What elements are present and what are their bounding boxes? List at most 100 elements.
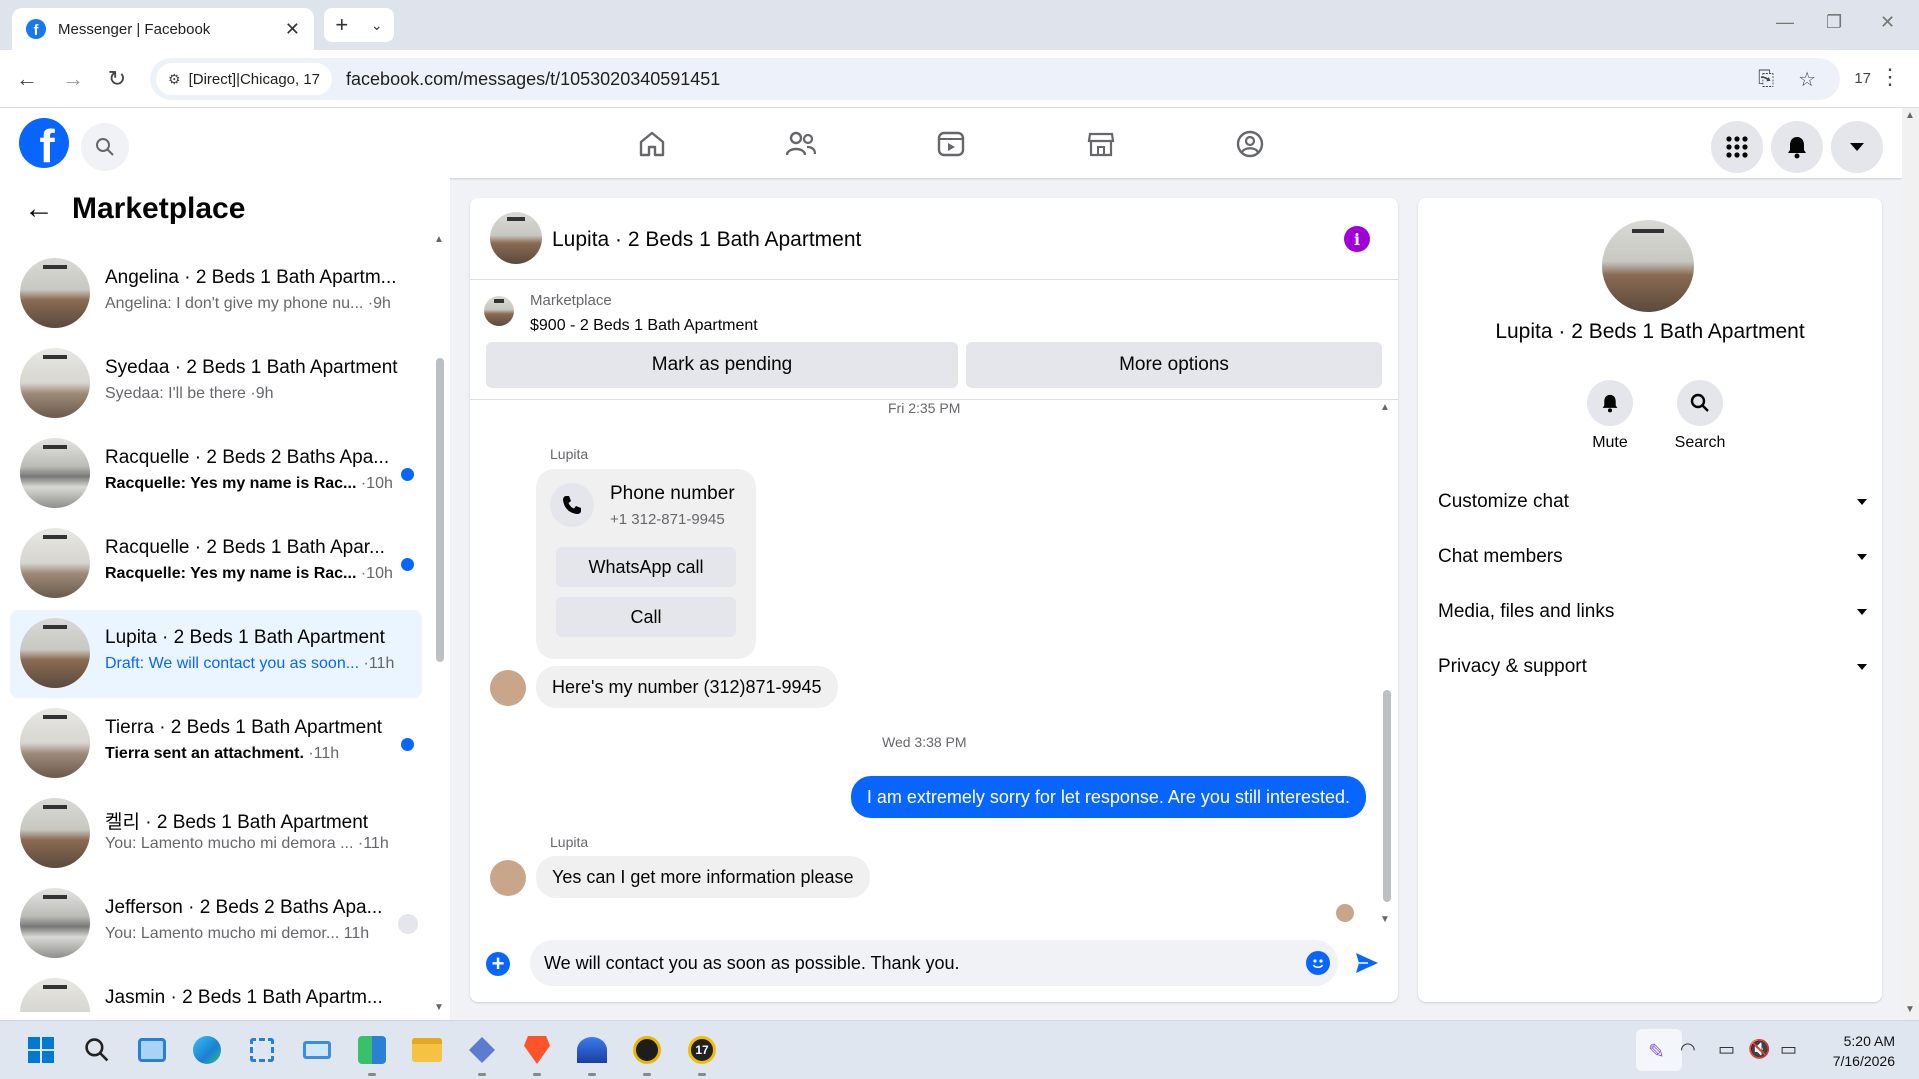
vpn-app-icon[interactable] bbox=[575, 1033, 609, 1067]
remote-desktop-icon[interactable] bbox=[300, 1033, 334, 1067]
back-arrow-icon[interactable]: ← bbox=[24, 192, 54, 226]
snipping-tool-icon[interactable] bbox=[245, 1033, 279, 1067]
conversation-item[interactable]: 켈리 · 2 Beds 1 Bath Apartment You: Lament… bbox=[10, 790, 422, 878]
sender-avatar[interactable] bbox=[490, 670, 526, 706]
restore-icon[interactable]: ❐ bbox=[1826, 12, 1842, 33]
call-button[interactable]: Call bbox=[556, 597, 736, 637]
menu-grid-button[interactable] bbox=[1711, 121, 1763, 173]
facebook-favicon-icon: f bbox=[26, 19, 46, 39]
forward-icon[interactable]: → bbox=[60, 66, 86, 92]
sidebar-scroll-thumb[interactable] bbox=[436, 358, 444, 662]
whatsapp-call-button[interactable]: WhatsApp call bbox=[556, 547, 736, 587]
sender-avatar[interactable] bbox=[490, 860, 526, 896]
extension-badge[interactable]: 17 bbox=[1854, 70, 1871, 87]
chat-title[interactable]: Lupita · 2 Beds 1 Bath Apartment bbox=[552, 228, 861, 252]
video-nav-button[interactable] bbox=[921, 122, 981, 166]
running-indicator bbox=[588, 1073, 596, 1076]
conversation-item[interactable]: Syedaa · 2 Beds 1 Bath Apartment Syedaa:… bbox=[10, 340, 422, 428]
network-tool-icon[interactable] bbox=[465, 1033, 499, 1067]
bookmark-star-icon[interactable]: ☆ bbox=[1798, 67, 1816, 92]
listing-thumbnail[interactable] bbox=[484, 296, 514, 326]
marketplace-icon bbox=[1087, 132, 1115, 157]
browser-tab-messenger[interactable]: f Messenger | Facebook ✕ bbox=[12, 8, 314, 50]
tray-vpn-icon[interactable]: ◠ bbox=[1680, 1039, 1696, 1060]
conversation-item[interactable]: Jasmin · 2 Beds 1 Bath Apartm... bbox=[10, 970, 422, 1012]
message-input[interactable] bbox=[530, 940, 1338, 986]
chat-scroll-thumb[interactable] bbox=[1383, 690, 1391, 902]
profile-avatar[interactable] bbox=[1602, 220, 1694, 312]
listing-price[interactable]: $900 - 2 Beds 1 Bath Apartment bbox=[530, 317, 758, 335]
volume-muted-icon[interactable]: 🔇 bbox=[1748, 1039, 1770, 1060]
reload-icon[interactable]: ↻ bbox=[104, 66, 130, 92]
home-nav-button[interactable] bbox=[622, 122, 682, 166]
sidebar-scrollbar[interactable]: ▲ ▼ bbox=[434, 234, 446, 1016]
conversation-item[interactable]: Racquelle · 2 Beds 2 Baths Apa... Racque… bbox=[10, 430, 422, 518]
site-info-label: [Direct]|Chicago, 17 bbox=[188, 70, 321, 88]
edge-browser-icon[interactable] bbox=[190, 1033, 224, 1067]
facebook-logo-icon[interactable]: f bbox=[19, 118, 69, 168]
account-button[interactable] bbox=[1831, 121, 1883, 173]
minimize-icon[interactable]: — bbox=[1776, 12, 1794, 33]
mark-pending-button[interactable]: Mark as pending bbox=[486, 342, 958, 388]
chrome-menu-icon[interactable]: ⋮ bbox=[1879, 64, 1901, 90]
conversation-item[interactable]: Angelina · 2 Beds 1 Bath Apartm... Angel… bbox=[10, 250, 422, 338]
plus-icon[interactable]: + bbox=[486, 952, 510, 976]
gaming-nav-button[interactable] bbox=[1220, 122, 1280, 166]
info-icon[interactable]: i bbox=[1344, 226, 1370, 252]
incoming-message[interactable]: Yes can I get more information please bbox=[536, 856, 870, 898]
battery-icon[interactable]: ▭ bbox=[1780, 1039, 1797, 1060]
privacy-support-row[interactable]: Privacy & support bbox=[1438, 647, 1868, 687]
xbox-bar-icon[interactable] bbox=[630, 1033, 664, 1067]
chevron-down-icon bbox=[1857, 609, 1867, 615]
close-tab-icon[interactable]: ✕ bbox=[285, 19, 300, 40]
photos-app-icon[interactable] bbox=[135, 1033, 169, 1067]
close-window-icon[interactable]: ✕ bbox=[1880, 12, 1895, 33]
customize-chat-row[interactable]: Customize chat bbox=[1438, 482, 1868, 522]
back-icon[interactable]: ← bbox=[14, 66, 40, 92]
conversation-item[interactable]: Jefferson · 2 Beds 2 Baths Apa... You: L… bbox=[10, 880, 422, 968]
taskbar-search-icon[interactable] bbox=[80, 1033, 114, 1067]
chat-members-row[interactable]: Chat members bbox=[1438, 537, 1868, 577]
friends-nav-button[interactable] bbox=[771, 122, 831, 166]
incoming-message[interactable]: Here's my number (312)871-9945 bbox=[536, 666, 838, 708]
conversation-name: Racquelle · 2 Beds 1 Bath Apar... bbox=[105, 537, 385, 558]
notifications-button[interactable] bbox=[1771, 121, 1823, 173]
facebook-search-button[interactable] bbox=[81, 123, 129, 171]
list-item-partial[interactable] bbox=[10, 246, 422, 248]
windows-start-icon[interactable] bbox=[24, 1033, 58, 1067]
scroll-up-icon[interactable]: ▲ bbox=[1905, 110, 1915, 121]
calendar-17-icon[interactable]: 17 bbox=[685, 1033, 719, 1067]
conversation-item[interactable]: Tierra · 2 Beds 1 Bath Apartment Tierra … bbox=[10, 700, 422, 788]
page-scrollbar[interactable]: ▲ ▼ bbox=[1902, 108, 1919, 1020]
search-conversation-button[interactable]: Search bbox=[1660, 380, 1740, 452]
mute-button[interactable]: Mute bbox=[1570, 380, 1650, 452]
url-text[interactable]: facebook.com/messages/t/1053020340591451 bbox=[346, 69, 1758, 90]
tab-search-chevron-icon[interactable]: ⌄ bbox=[371, 17, 383, 34]
system-clock[interactable]: 5:20 AM 7/16/2026 bbox=[1833, 1031, 1895, 1071]
scroll-down-icon[interactable]: ▼ bbox=[1905, 1004, 1915, 1015]
brave-browser-icon[interactable] bbox=[520, 1033, 554, 1067]
emoji-icon[interactable] bbox=[1306, 951, 1330, 975]
media-files-row[interactable]: Media, files and links bbox=[1438, 592, 1868, 632]
scroll-up-icon[interactable]: ▲ bbox=[1380, 402, 1390, 413]
chat-avatar[interactable] bbox=[490, 212, 542, 264]
pen-menu-button[interactable]: ✎ bbox=[1636, 1029, 1682, 1071]
file-explorer-icon[interactable] bbox=[410, 1033, 444, 1067]
site-info-chip[interactable]: ⚙ [Direct]|Chicago, 17 bbox=[156, 63, 333, 95]
chat-scrollbar[interactable]: ▲ ▼ bbox=[1378, 400, 1394, 930]
phone-card-title: Phone number bbox=[610, 483, 735, 504]
scroll-up-icon[interactable]: ▲ bbox=[434, 234, 444, 245]
store-grid-icon[interactable] bbox=[355, 1033, 389, 1067]
marketplace-nav-button[interactable] bbox=[1071, 122, 1131, 166]
scroll-down-icon[interactable]: ▼ bbox=[434, 1002, 444, 1013]
omnibox[interactable]: ⚙ [Direct]|Chicago, 17 facebook.com/mess… bbox=[150, 58, 1840, 100]
new-tab-icon[interactable]: + bbox=[335, 12, 348, 38]
conversation-item[interactable]: Racquelle · 2 Beds 1 Bath Apar... Racque… bbox=[10, 520, 422, 608]
more-options-button[interactable]: More options bbox=[966, 342, 1382, 388]
conversation-item-active[interactable]: Lupita · 2 Beds 1 Bath Apartment Draft: … bbox=[10, 610, 422, 698]
scroll-down-icon[interactable]: ▼ bbox=[1380, 914, 1390, 925]
network-icon[interactable]: ▭ bbox=[1718, 1039, 1735, 1060]
send-icon[interactable] bbox=[1354, 950, 1380, 976]
outgoing-message[interactable]: I am extremely sorry for let response. A… bbox=[850, 776, 1366, 818]
install-app-icon[interactable]: ⎘ bbox=[1758, 68, 1774, 91]
